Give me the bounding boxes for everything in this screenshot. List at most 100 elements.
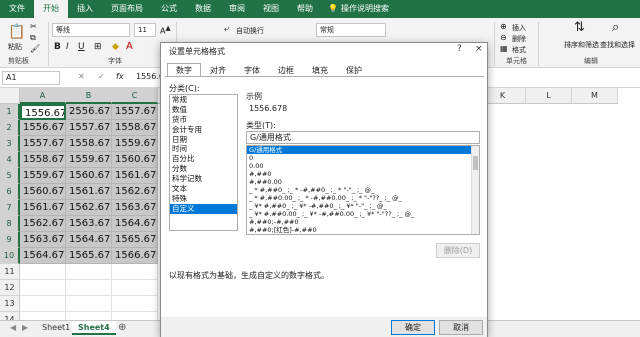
grid-cell[interactable]: 1560.678	[66, 168, 112, 184]
sheet-tab-sheet1[interactable]: Sheet1	[36, 321, 76, 335]
grid-cell[interactable]: 1559.678	[66, 152, 112, 168]
category-item[interactable]: 货币	[170, 115, 237, 125]
category-item[interactable]: 时间	[170, 144, 237, 154]
category-item[interactable]: 数值	[170, 105, 237, 115]
format-list-scrollbar[interactable]	[471, 146, 479, 234]
grid-cell[interactable]	[112, 296, 158, 312]
category-item[interactable]: 会计专用	[170, 125, 237, 135]
category-list[interactable]: 常规 数值 货币 会计专用 日期 时间 百分比 分数 科学记数 文本 特殊 自定义	[169, 94, 238, 231]
insert-icon[interactable]: ⊕	[500, 22, 507, 31]
tab-alignment[interactable]: 对齐	[201, 63, 235, 77]
format-item[interactable]: #,##0;-#,##0	[247, 218, 479, 226]
delete-icon[interactable]: ⊖	[500, 33, 507, 42]
grid-cell[interactable]: 1557.678	[20, 136, 66, 152]
grid-cell[interactable]: 1558.678	[112, 120, 158, 136]
grid-cell[interactable]: 1565.678	[112, 232, 158, 248]
grid-cell[interactable]	[20, 296, 66, 312]
fill-color-icon[interactable]: ◆	[112, 42, 119, 52]
close-icon[interactable]: ×	[475, 44, 483, 54]
grid-cell[interactable]	[66, 280, 112, 296]
tab-number[interactable]: 数字	[167, 63, 201, 77]
row-header[interactable]: 13	[0, 296, 20, 312]
column-header-c[interactable]: C	[112, 88, 158, 104]
number-format-select[interactable]: 常规	[316, 23, 386, 37]
format-list[interactable]: G/通用格式 0 0.00 #,##0 #,##0.00 _ * #,##0_ ;_ * …	[246, 145, 480, 235]
function-icon[interactable]: fx	[116, 72, 124, 81]
grid-cell[interactable]: 1563.678	[20, 232, 66, 248]
format-item[interactable]: G/通用格式	[247, 146, 479, 154]
cut-icon[interactable]: ✂	[30, 22, 37, 31]
grid-cell[interactable]: 1556.678	[20, 104, 66, 120]
paste-button[interactable]: 粘贴	[8, 42, 22, 52]
row-header[interactable]: 12	[0, 280, 20, 296]
grid-cell[interactable]: 1558.678	[66, 136, 112, 152]
font-name-select[interactable]: 等线	[52, 23, 130, 37]
grid-cell[interactable]: 2556.678	[66, 104, 112, 120]
grid-cell[interactable]: 1561.678	[66, 184, 112, 200]
sort-filter-icon[interactable]: ⇅	[574, 20, 585, 35]
tab-formulas[interactable]: 公式	[152, 0, 186, 18]
row-header[interactable]: 9	[0, 232, 20, 248]
category-item[interactable]: 自定义	[170, 203, 237, 214]
format-item[interactable]: #,##0;[红色]-#,##0	[247, 226, 479, 234]
format-item[interactable]: _ ¥* #,##0_ ;_ ¥* -#,##0_ ;_ ¥* "-"_ ;_ …	[247, 202, 479, 210]
row-header[interactable]: 3	[0, 136, 20, 152]
paste-icon[interactable]: 📋	[8, 24, 25, 40]
tab-font[interactable]: 字体	[235, 63, 269, 77]
grid-cell[interactable]	[20, 264, 66, 280]
tab-home[interactable]: 开始	[34, 0, 68, 18]
category-item[interactable]: 科学记数	[170, 174, 237, 184]
grid-cell[interactable]: 1565.678	[66, 248, 112, 264]
row-header[interactable]: 8	[0, 216, 20, 232]
grid-cell[interactable]	[112, 264, 158, 280]
row-header[interactable]: 10	[0, 248, 20, 264]
grid-cell[interactable]: 1557.678	[66, 120, 112, 136]
row-header[interactable]: 6	[0, 184, 20, 200]
wrap-text-icon[interactable]: ⤶	[224, 24, 229, 34]
type-input[interactable]: G/通用格式	[246, 131, 480, 144]
insert-button[interactable]: 插入	[512, 23, 526, 33]
grid-cell[interactable]: 1561.678	[112, 168, 158, 184]
category-item[interactable]: 百分比	[170, 154, 237, 164]
italic-button[interactable]: I	[66, 42, 69, 52]
grid-cell[interactable]: 1560.678	[20, 184, 66, 200]
tab-fill[interactable]: 填充	[303, 63, 337, 77]
bold-button[interactable]: B	[54, 42, 61, 52]
name-box[interactable]: A1	[2, 71, 60, 85]
category-item[interactable]: 常规	[170, 95, 237, 105]
grid-cell[interactable]: 1558.678	[20, 152, 66, 168]
find-icon[interactable]: ⌕	[612, 20, 619, 35]
underline-button[interactable]: U	[78, 42, 85, 52]
next-sheet-icon[interactable]: ▶	[16, 321, 34, 335]
grid-cell[interactable]: 1563.678	[66, 216, 112, 232]
grid-cell[interactable]	[112, 280, 158, 296]
tab-page-layout[interactable]: 页面布局	[102, 0, 152, 18]
copy-icon[interactable]: ⧉	[30, 33, 36, 43]
grid-cell[interactable]: 1562.678	[112, 184, 158, 200]
row-header[interactable]: 4	[0, 152, 20, 168]
tab-border[interactable]: 边框	[269, 63, 303, 77]
tab-protection[interactable]: 保护	[337, 63, 371, 77]
row-header[interactable]: 2	[0, 120, 20, 136]
tab-file[interactable]: 文件	[0, 0, 34, 18]
cancel-formula-icon[interactable]: ✕	[78, 72, 85, 81]
column-header-m[interactable]: M	[572, 88, 618, 104]
grid-cell[interactable]: 1564.678	[112, 216, 158, 232]
format-item[interactable]: _ * #,##0.00_ ;_ * -#,##0.00_ ;_ * "-"??…	[247, 194, 479, 202]
delete-cells-button[interactable]: 删除	[512, 34, 526, 44]
format-item[interactable]: _ ¥* #,##0.00_ ;_ ¥* -#,##0.00_ ;_ ¥* "-…	[247, 210, 479, 218]
format-painter-icon[interactable]: 🖌	[30, 44, 40, 53]
grid-cell[interactable]: 1564.678	[66, 232, 112, 248]
row-header[interactable]: 1	[0, 104, 20, 120]
cancel-button[interactable]: 取消	[439, 320, 483, 335]
category-item[interactable]: 文本	[170, 184, 237, 194]
format-icon[interactable]: ▦	[500, 44, 508, 53]
confirm-formula-icon[interactable]: ✓	[98, 72, 105, 81]
grid-cell[interactable]	[66, 264, 112, 280]
tab-view[interactable]: 视图	[254, 0, 288, 18]
border-icon[interactable]: ⊞	[94, 42, 102, 52]
add-sheet-icon[interactable]: ⊕	[112, 321, 132, 335]
row-header[interactable]: 11	[0, 264, 20, 280]
grid-cell[interactable]: 1562.678	[66, 200, 112, 216]
grid-cell[interactable]: 1562.678	[20, 216, 66, 232]
